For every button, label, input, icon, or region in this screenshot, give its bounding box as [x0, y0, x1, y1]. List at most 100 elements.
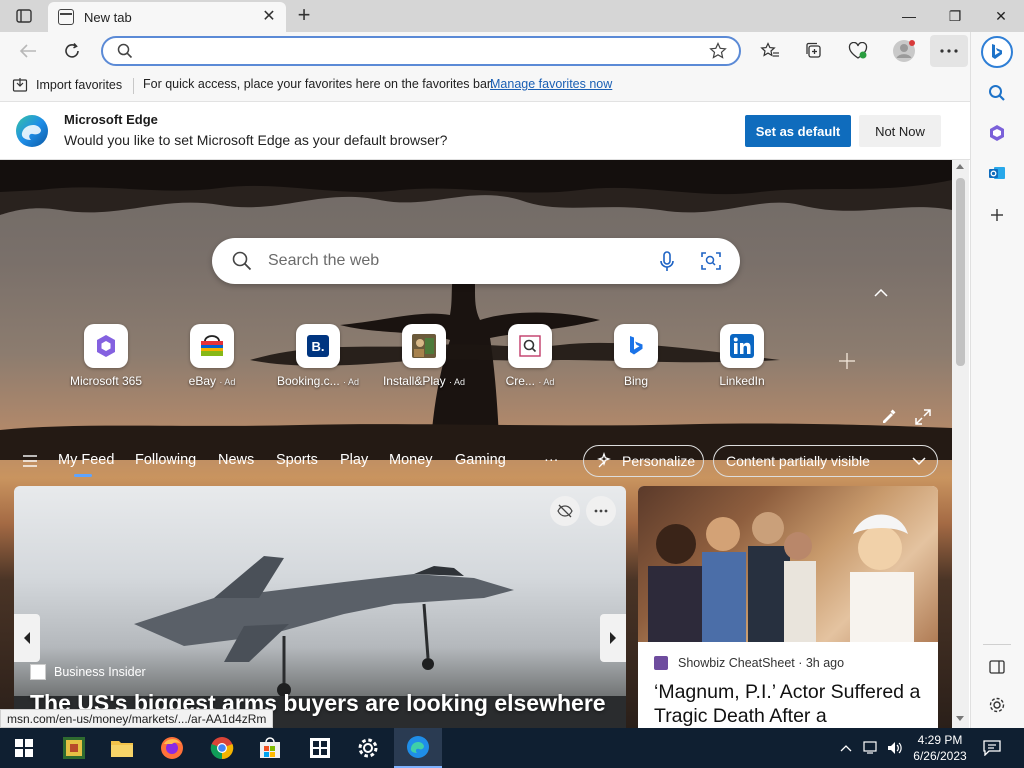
web-search-box[interactable]: Search the web — [212, 238, 740, 284]
favorites-bar: Import favorites For quick access, place… — [0, 70, 970, 102]
tab-following[interactable]: Following — [135, 452, 196, 468]
card-source: Business Insider — [54, 665, 146, 679]
tab-news[interactable]: News — [218, 452, 254, 468]
start-button[interactable] — [0, 728, 48, 768]
sidebar-search-icon[interactable] — [985, 82, 1009, 104]
tab-gaming[interactable]: Gaming — [455, 452, 506, 468]
card-headline[interactable]: ‘Magnum, P.I.’ Actor Suffered a Tragic D… — [654, 680, 930, 728]
hide-sidebar-icon[interactable] — [985, 656, 1009, 678]
ad-badge: · Ad — [538, 377, 555, 387]
visual-search-icon[interactable] — [701, 251, 721, 271]
quick-link-label: eBay — [188, 374, 216, 388]
tab-money[interactable]: Money — [389, 452, 433, 468]
back-button[interactable] — [16, 40, 40, 62]
tab-my-feed[interactable]: My Feed — [58, 452, 114, 468]
tab-close-button[interactable]: ✕ — [260, 8, 278, 26]
sidebar-outlook-icon[interactable] — [985, 162, 1009, 184]
quick-link-label: Install&Play — [382, 374, 446, 388]
sidebar-microsoft-365-icon[interactable] — [985, 122, 1009, 144]
carousel-next-button[interactable] — [600, 614, 626, 662]
sidebar-settings-icon[interactable] — [985, 694, 1009, 716]
address-bar[interactable] — [101, 36, 741, 66]
quick-link-linkedin[interactable]: LinkedIn — [692, 324, 792, 388]
not-now-button[interactable]: Not Now — [859, 115, 941, 147]
settings-more-button[interactable] — [930, 35, 968, 67]
firefox-icon[interactable] — [148, 728, 196, 768]
personalize-label: Personalize — [622, 453, 696, 469]
scroll-up-arrow-icon[interactable] — [956, 164, 964, 169]
business-insider-logo — [30, 664, 46, 680]
volume-icon[interactable] — [886, 740, 904, 756]
browser-essentials-icon[interactable] — [844, 40, 872, 62]
windows-app-icon[interactable] — [296, 728, 344, 768]
refresh-button[interactable] — [60, 40, 84, 62]
divider — [983, 644, 1011, 645]
manage-favorites-link[interactable]: Manage favorites now — [490, 77, 612, 91]
tab-sports[interactable]: Sports — [276, 452, 318, 468]
linkedin-icon — [720, 324, 764, 368]
edge-sidebar — [970, 32, 1024, 728]
profile-avatar[interactable] — [890, 38, 918, 64]
quick-link-cre[interactable]: Cre... · Ad — [480, 324, 580, 388]
app-icon-taskbar[interactable] — [50, 728, 98, 768]
quick-link-label: Bing — [623, 374, 649, 388]
quick-link-ebay[interactable]: eBay · Ad — [162, 324, 262, 388]
more-tabs-button[interactable]: ··· — [544, 452, 559, 468]
scrollbar-thumb[interactable] — [956, 178, 965, 366]
news-card[interactable]: Showbiz CheatSheet · 3h ago ‘Magnum, P.I… — [638, 486, 938, 728]
chrome-icon[interactable] — [198, 728, 246, 768]
card-more-icon[interactable] — [586, 496, 616, 526]
page-scrollbar[interactable] — [952, 160, 969, 728]
tab-new-tab[interactable]: New tab ✕ — [48, 2, 286, 32]
edge-taskbar-icon[interactable] — [394, 728, 442, 768]
content-visibility-dropdown[interactable]: Content partially visible — [713, 445, 938, 477]
file-explorer-icon[interactable] — [98, 728, 146, 768]
quick-link-microsoft-365[interactable]: Microsoft 365 — [56, 324, 156, 388]
import-favorites-button[interactable]: Import favorites — [12, 77, 122, 93]
expand-icon[interactable] — [912, 406, 934, 428]
ad-badge: · Ad — [219, 377, 236, 387]
add-quick-link-icon[interactable] — [836, 350, 858, 372]
microsoft-store-icon[interactable] — [246, 728, 294, 768]
bing-chat-icon[interactable] — [981, 36, 1013, 68]
sidebar-add-icon[interactable] — [985, 204, 1009, 226]
hide-story-icon[interactable] — [550, 496, 580, 526]
minimize-button[interactable]: — — [886, 0, 932, 32]
tab-play[interactable]: Play — [340, 452, 368, 468]
favorites-icon[interactable] — [756, 40, 784, 62]
quick-link-label: LinkedIn — [719, 374, 765, 388]
page-settings-icon[interactable] — [878, 406, 900, 428]
collapse-chevron-up-icon[interactable] — [872, 284, 890, 302]
quick-link-install-play[interactable]: Install&Play · Ad — [374, 324, 474, 388]
close-window-button[interactable]: ✕ — [978, 0, 1024, 32]
default-browser-infobar: Microsoft Edge Would you like to set Mic… — [0, 102, 970, 160]
favorite-star-icon[interactable] — [709, 42, 727, 60]
personalize-button[interactable]: Personalize — [583, 445, 704, 477]
network-icon[interactable] — [862, 740, 880, 756]
chevron-down-icon — [912, 457, 926, 465]
tab-title: New tab — [84, 10, 132, 25]
quick-link-booking[interactable]: B. Booking.c... · Ad — [268, 324, 368, 388]
tab-actions-icon[interactable] — [12, 8, 36, 24]
show-hidden-icons-chevron-up-icon[interactable] — [838, 740, 854, 756]
settings-gear-icon[interactable] — [344, 728, 392, 768]
new-tab-button[interactable]: + — [290, 4, 318, 28]
microphone-icon[interactable] — [659, 251, 675, 273]
scroll-down-arrow-icon[interactable] — [956, 716, 964, 721]
divider — [133, 78, 134, 94]
background-tree-image — [0, 160, 952, 460]
news-card-featured[interactable]: Business Insider The US's biggest arms b… — [14, 486, 626, 728]
carousel-prev-button[interactable] — [14, 614, 40, 662]
system-clock[interactable]: 4:29 PM 6/26/2023 — [908, 732, 972, 764]
booking-icon: B. — [296, 324, 340, 368]
quick-link-label: Microsoft 365 — [69, 374, 143, 388]
notification-center-icon[interactable] — [982, 738, 1002, 758]
set-as-default-button[interactable]: Set as default — [745, 115, 851, 147]
address-input[interactable] — [139, 42, 699, 60]
collections-icon[interactable] — [800, 40, 828, 62]
infobar-message: Would you like to set Microsoft Edge as … — [64, 132, 448, 148]
quick-link-bing[interactable]: Bing — [586, 324, 686, 388]
hamburger-menu-icon[interactable] — [20, 452, 40, 470]
import-icon — [12, 77, 28, 93]
restore-button[interactable]: ❐ — [932, 0, 978, 32]
